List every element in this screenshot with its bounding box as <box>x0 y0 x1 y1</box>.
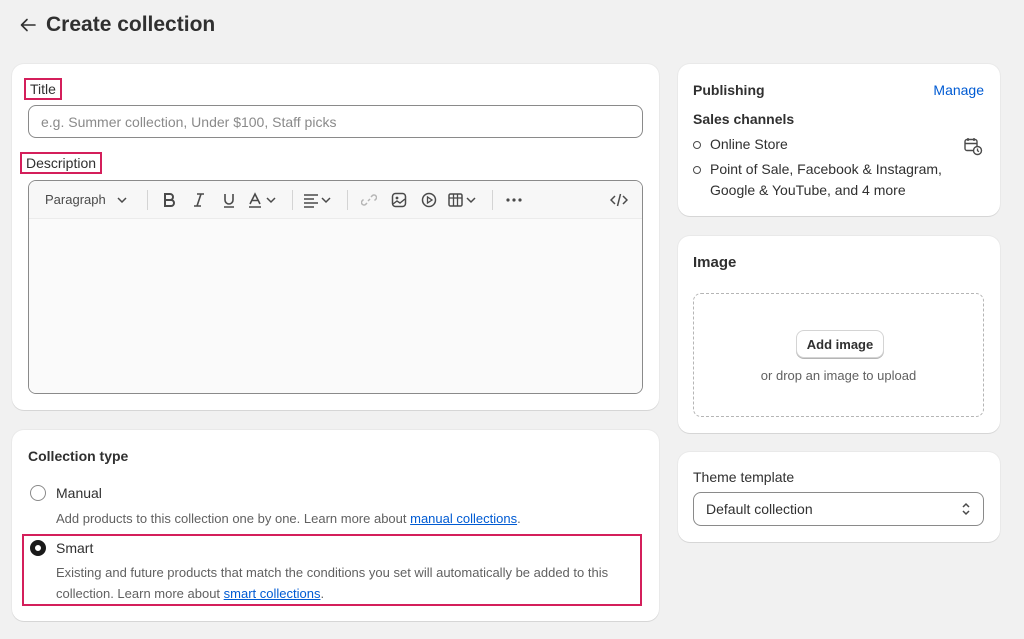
more-icon[interactable] <box>501 186 527 214</box>
publishing-card: Publishing Manage Sales channels Online … <box>678 64 1000 216</box>
video-icon[interactable] <box>416 186 442 214</box>
title-description-card: Title Description Paragraph <box>12 64 659 410</box>
page-header: Create collection <box>18 10 215 40</box>
calendar-schedule-icon[interactable] <box>963 136 983 156</box>
manual-help-body: Add products to this collection one by o… <box>56 511 411 526</box>
page-title: Create collection <box>46 13 216 36</box>
title-input[interactable] <box>28 105 643 138</box>
toolbar-divider <box>492 189 493 210</box>
publishing-title: Publishing <box>693 82 765 98</box>
table-icon[interactable] <box>446 186 480 214</box>
chevron-down-icon <box>117 196 127 203</box>
theme-template-card: Theme template Default collection <box>678 452 1000 542</box>
manual-radio-label[interactable]: Manual <box>56 485 102 501</box>
drop-hint-text: or drop an image to upload <box>760 368 917 383</box>
image-card: Image Add image or drop an image to uplo… <box>678 236 1000 433</box>
link-icon[interactable] <box>356 186 382 214</box>
paragraph-format-label: Paragraph <box>45 192 106 207</box>
editor-toolbar: Paragraph <box>29 181 642 219</box>
channel-label: Point of Sale, Facebook & Instagram, Goo… <box>710 161 942 198</box>
underline-icon[interactable] <box>216 186 242 214</box>
bold-icon[interactable] <box>156 186 182 214</box>
smart-radio-label[interactable]: Smart <box>56 540 93 556</box>
text-color-icon[interactable] <box>246 186 280 214</box>
add-image-button[interactable]: Add image <box>796 330 884 358</box>
channel-dot-icon <box>693 166 701 174</box>
toolbar-divider <box>292 189 293 210</box>
description-label: Description <box>20 152 103 174</box>
select-arrows-icon <box>962 502 970 516</box>
theme-template-value: Default collection <box>706 501 813 517</box>
manage-link[interactable]: Manage <box>933 82 984 98</box>
channel-label: Online Store <box>710 136 788 152</box>
code-icon[interactable] <box>606 186 632 214</box>
image-dropzone[interactable]: Add image or drop an image to upload <box>693 293 984 417</box>
back-arrow-icon[interactable] <box>18 15 38 35</box>
paragraph-format-dropdown[interactable]: Paragraph <box>37 186 133 214</box>
smart-collections-link[interactable]: smart collections <box>224 586 321 601</box>
toolbar-divider <box>347 189 348 210</box>
channel-dot-icon <box>693 141 701 149</box>
manual-help-suffix: . <box>517 511 521 526</box>
title-label: Title <box>24 78 62 100</box>
collection-type-heading: Collection type <box>28 448 129 464</box>
theme-template-label: Theme template <box>693 469 795 485</box>
collection-type-card: Collection type Manual Add products to t… <box>12 430 659 621</box>
smart-help-text: Existing and future products that match … <box>56 562 636 604</box>
smart-help-body: Existing and future products that match … <box>56 565 609 601</box>
channel-online-store: Online Store <box>693 134 953 155</box>
manual-radio[interactable] <box>30 485 46 501</box>
description-editor: Paragraph <box>28 180 643 394</box>
italic-icon[interactable] <box>186 186 212 214</box>
image-title: Image <box>693 254 737 271</box>
description-textarea[interactable] <box>29 219 642 393</box>
image-icon[interactable] <box>386 186 412 214</box>
sales-channels-heading: Sales channels <box>693 111 795 127</box>
theme-template-select[interactable]: Default collection <box>693 492 984 526</box>
manual-collections-link[interactable]: manual collections <box>410 511 517 526</box>
channel-other: Point of Sale, Facebook & Instagram, Goo… <box>693 159 968 201</box>
manual-help-text: Add products to this collection one by o… <box>56 508 636 529</box>
smart-radio[interactable] <box>30 540 46 556</box>
smart-help-suffix: . <box>320 586 325 601</box>
align-icon[interactable] <box>301 186 335 214</box>
toolbar-divider <box>147 189 148 210</box>
